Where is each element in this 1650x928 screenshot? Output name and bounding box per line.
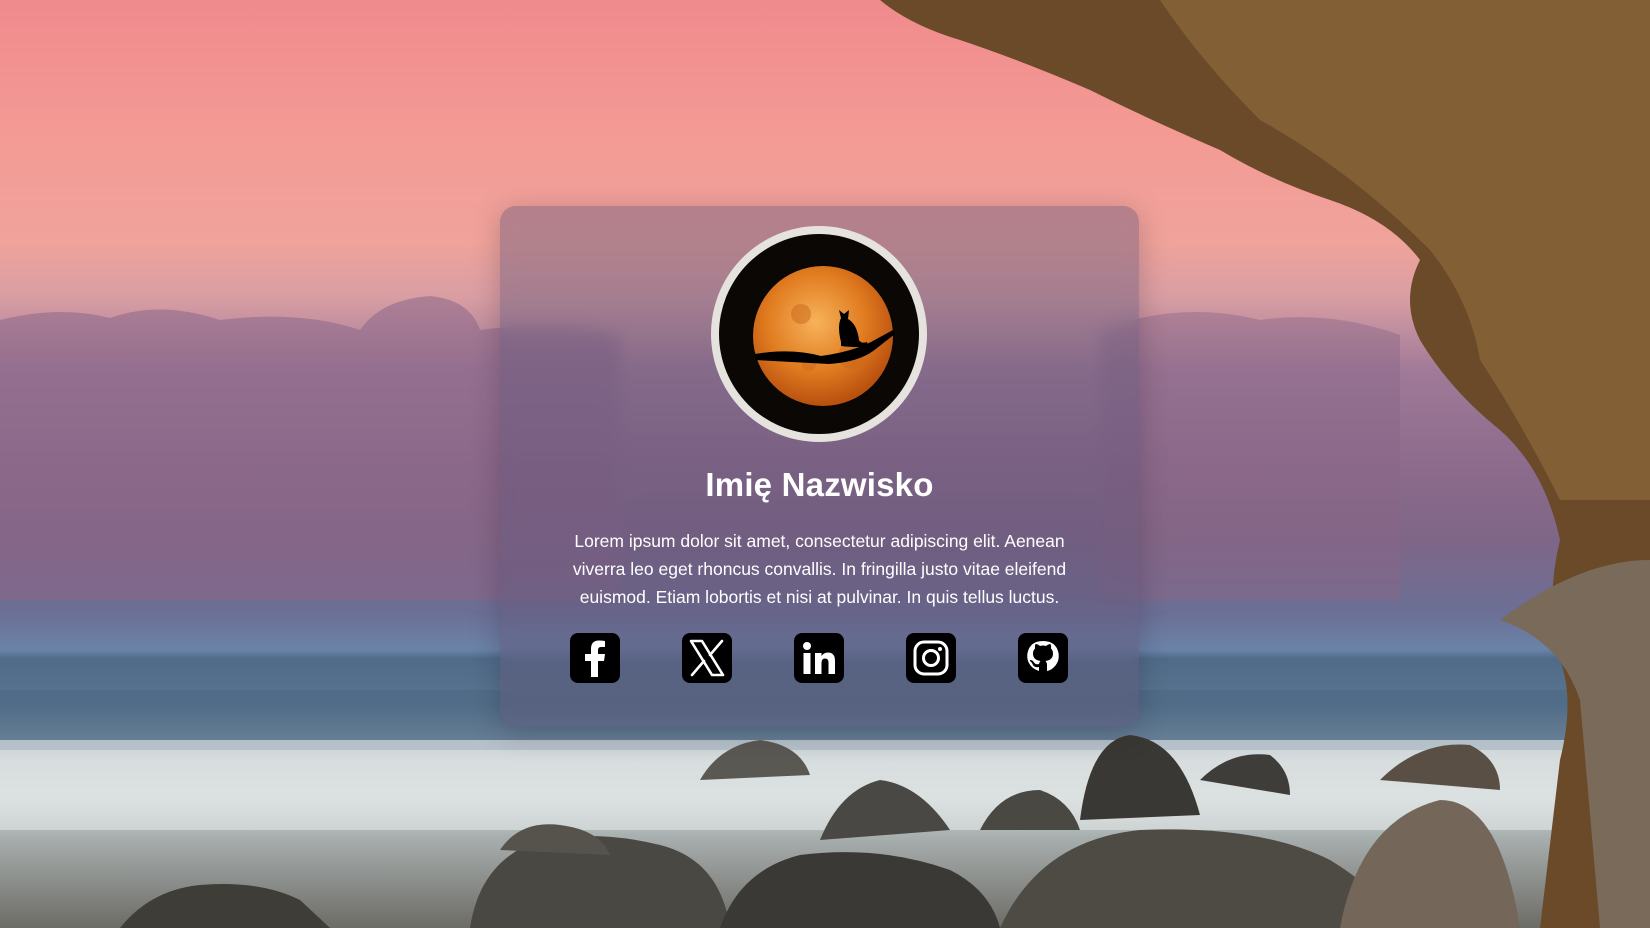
background-scene: Imię Nazwisko Lorem ipsum dolor sit amet… xyxy=(0,0,1650,928)
x-twitter-icon xyxy=(689,639,725,677)
x-twitter-link[interactable] xyxy=(682,633,732,683)
profile-bio: Lorem ipsum dolor sit amet, consectetur … xyxy=(572,531,1067,607)
github-link[interactable] xyxy=(1018,633,1068,683)
avatar xyxy=(711,226,927,442)
linkedin-icon xyxy=(803,642,835,674)
linkedin-link[interactable] xyxy=(794,633,844,683)
facebook-link[interactable] xyxy=(570,633,620,683)
facebook-icon xyxy=(585,640,605,677)
instagram-icon xyxy=(913,640,949,676)
profile-name: Imię Nazwisko xyxy=(705,466,934,503)
github-icon xyxy=(1027,641,1059,671)
instagram-link[interactable] xyxy=(906,633,956,683)
cat-moon-icon xyxy=(719,234,919,434)
social-links xyxy=(570,633,1070,683)
profile-card: Imię Nazwisko Lorem ipsum dolor sit amet… xyxy=(500,206,1139,726)
